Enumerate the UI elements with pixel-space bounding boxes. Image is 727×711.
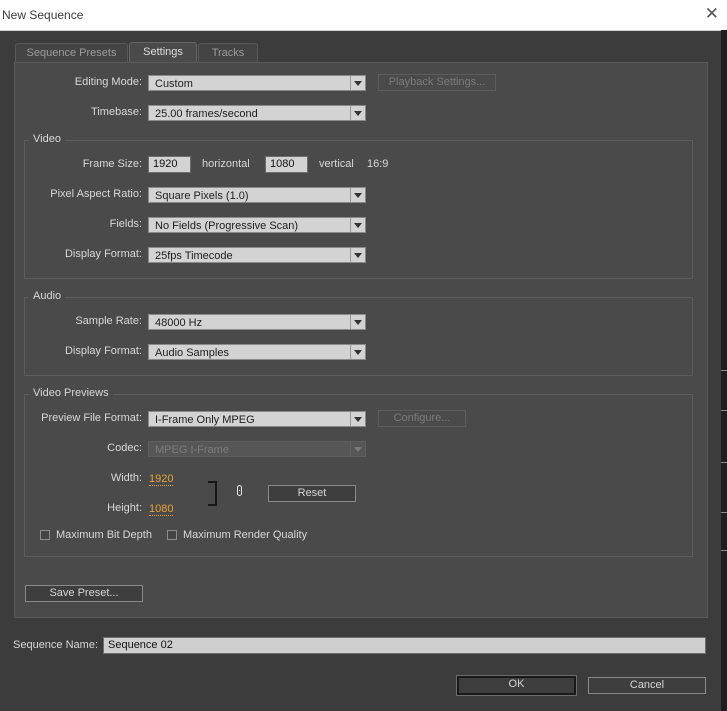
timebase-dropdown[interactable]: 25.00 frames/second bbox=[148, 105, 366, 121]
title-bar: New Sequence ✕ bbox=[0, 0, 727, 31]
tab-label: Settings bbox=[143, 46, 183, 58]
codec-label: Codec: bbox=[107, 442, 142, 454]
max-bit-depth-label: Maximum Bit Depth bbox=[56, 529, 152, 541]
window-title: New Sequence bbox=[2, 8, 84, 22]
max-bit-depth-checkbox[interactable] bbox=[40, 530, 50, 540]
chevron-down-icon bbox=[350, 76, 365, 90]
sequence-name-input[interactable]: Sequence 02 bbox=[103, 637, 706, 654]
video-group-label: Video bbox=[29, 133, 65, 145]
tab-label: Tracks bbox=[211, 47, 245, 59]
ok-button[interactable]: OK bbox=[456, 675, 577, 696]
background-window-edge bbox=[721, 30, 727, 711]
tab-settings[interactable]: Settings bbox=[129, 42, 197, 64]
audio-group-label: Audio bbox=[29, 290, 66, 302]
link-bracket bbox=[208, 481, 217, 506]
preview-height-label: Height: bbox=[107, 502, 142, 514]
cancel-button[interactable]: Cancel bbox=[588, 677, 706, 694]
fields-dropdown[interactable]: No Fields (Progressive Scan) bbox=[148, 217, 366, 233]
sample-rate-label: Sample Rate: bbox=[75, 315, 142, 327]
chain-link-icon[interactable] bbox=[237, 485, 242, 496]
chevron-down-icon bbox=[350, 345, 365, 359]
fields-label: Fields: bbox=[109, 218, 142, 230]
editing-mode-dropdown[interactable]: Custom bbox=[148, 75, 366, 91]
pixel-aspect-ratio-label: Pixel Aspect Ratio: bbox=[50, 188, 142, 200]
editing-mode-label: Editing Mode: bbox=[74, 76, 142, 88]
tab-sequence-presets[interactable]: Sequence Presets bbox=[15, 43, 128, 63]
video-display-format-value: 25fps Timecode bbox=[155, 250, 233, 262]
frame-height-input[interactable]: 1080 bbox=[265, 156, 308, 173]
chevron-down-icon bbox=[350, 412, 365, 426]
chevron-down-icon bbox=[350, 248, 365, 262]
sequence-name-label: Sequence Name: bbox=[13, 639, 98, 651]
preview-file-format-dropdown[interactable]: I-Frame Only MPEG bbox=[148, 411, 366, 427]
pixel-aspect-ratio-value: Square Pixels (1.0) bbox=[155, 190, 249, 202]
audio-display-format-value: Audio Samples bbox=[155, 347, 229, 359]
max-render-quality-checkbox[interactable] bbox=[167, 530, 177, 540]
preview-file-format-value: I-Frame Only MPEG bbox=[155, 414, 255, 426]
reset-button[interactable]: Reset bbox=[268, 485, 356, 502]
chevron-down-icon bbox=[350, 106, 365, 120]
configure-button[interactable]: Configure... bbox=[378, 410, 466, 427]
preview-width-label: Width: bbox=[110, 472, 142, 484]
video-display-format-label: Display Format: bbox=[64, 248, 142, 260]
audio-display-format-label: Display Format: bbox=[64, 345, 142, 357]
timebase-label: Timebase: bbox=[91, 106, 142, 118]
video-display-format-dropdown[interactable]: 25fps Timecode bbox=[148, 247, 366, 263]
audio-group bbox=[24, 297, 693, 376]
codec-dropdown[interactable]: MPEG I-Frame bbox=[148, 441, 366, 457]
tab-tracks[interactable]: Tracks bbox=[198, 43, 258, 63]
pixel-aspect-ratio-dropdown[interactable]: Square Pixels (1.0) bbox=[148, 187, 366, 203]
chevron-down-icon bbox=[350, 188, 365, 202]
chevron-down-icon bbox=[350, 442, 365, 456]
sample-rate-dropdown[interactable]: 48000 Hz bbox=[148, 314, 366, 330]
fields-value: No Fields (Progressive Scan) bbox=[155, 220, 299, 232]
frame-size-label: Frame Size: bbox=[82, 158, 142, 170]
frame-width-input[interactable]: 1920 bbox=[148, 156, 191, 173]
video-previews-group-label: Video Previews bbox=[29, 387, 113, 399]
close-icon[interactable]: ✕ bbox=[705, 4, 719, 24]
timebase-value: 25.00 frames/second bbox=[155, 108, 258, 120]
audio-display-format-dropdown[interactable]: Audio Samples bbox=[148, 344, 366, 360]
codec-value: MPEG I-Frame bbox=[155, 444, 229, 456]
chevron-down-icon bbox=[350, 218, 365, 232]
horizontal-label: horizontal bbox=[202, 158, 250, 170]
sample-rate-value: 48000 Hz bbox=[155, 317, 203, 329]
chevron-down-icon bbox=[350, 315, 365, 329]
preview-file-format-label: Preview File Format: bbox=[41, 412, 142, 424]
preview-width-value[interactable]: 1920 bbox=[149, 473, 174, 486]
playback-settings-button[interactable]: Playback Settings... bbox=[378, 74, 496, 91]
tab-label: Sequence Presets bbox=[26, 47, 117, 59]
max-render-quality-label: Maximum Render Quality bbox=[183, 529, 308, 541]
aspect-ratio-text: 16:9 bbox=[367, 158, 389, 170]
editing-mode-value: Custom bbox=[155, 78, 193, 90]
vertical-label: vertical bbox=[319, 158, 354, 170]
save-preset-button[interactable]: Save Preset... bbox=[25, 585, 143, 602]
preview-height-value[interactable]: 1080 bbox=[149, 503, 174, 516]
